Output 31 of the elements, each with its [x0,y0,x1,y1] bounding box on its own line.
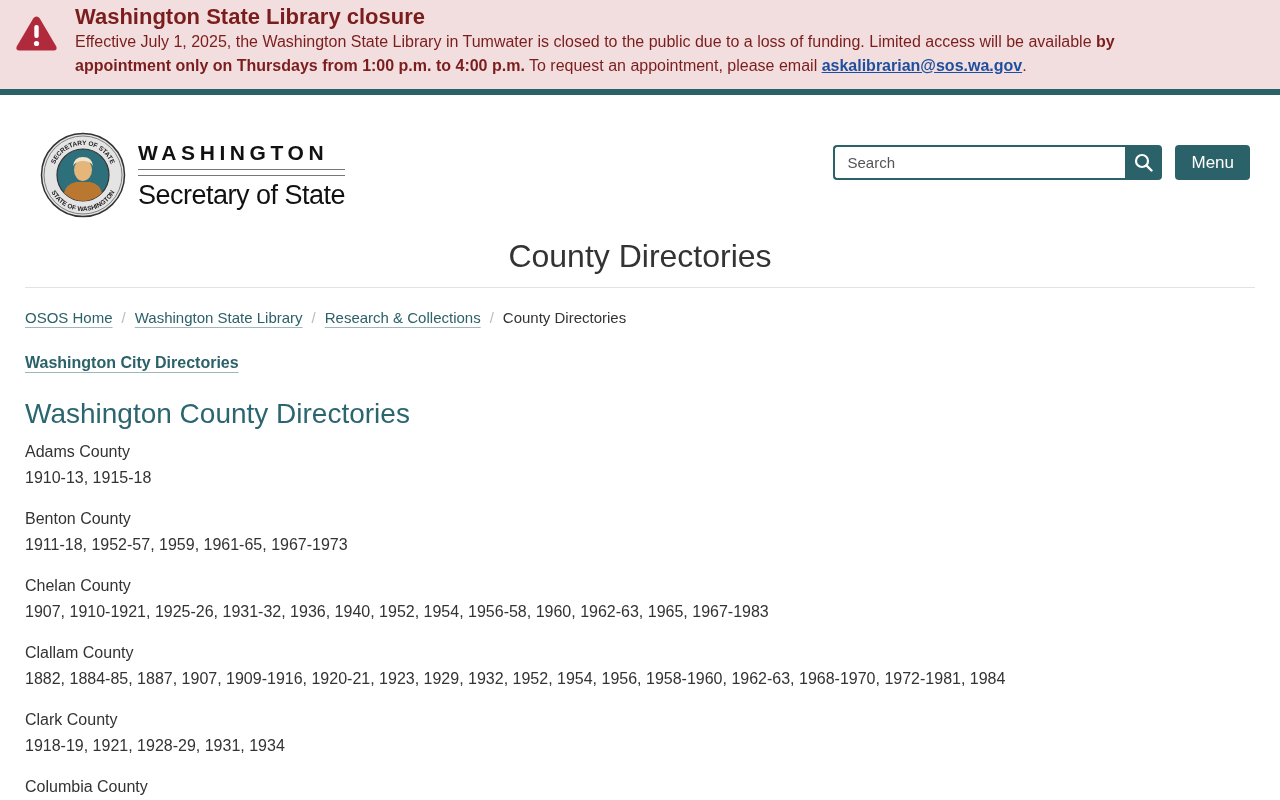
alert-title: Washington State Library closure [75,4,427,30]
county-years: 1910-13, 1915-18 [25,468,153,488]
section-heading: Washington County Directories [25,397,411,431]
county-name: Clark County [25,710,119,730]
search-button[interactable] [1125,145,1163,180]
wordmark-subtitle: Secretary of State [138,178,346,211]
county-years: 1882, 1884-85, 1887, 1907, 1909-1916, 1920-21, 1923, 1929, 1932, 1952, 1954, 1956, 1958-1960, 1962-63, 1968-1970, 1972-1981, 1984 [25,669,1007,689]
breadcrumb-current: County Directories [502,308,627,328]
county-years: 1918-19, 1921, 1928-29, 1931, 1934 [25,736,286,756]
breadcrumb-link[interactable]: OSOS Home [25,306,113,330]
county-years: 1907, 1910-1921, 1925-26, 1931-32, 1936, 1940, 1952, 1954, 1956-58, 1960, 1962-63, 1965, 1967-1983 [25,602,770,622]
warning-icon [15,15,58,52]
county-name: Chelan County [25,576,132,596]
county-name: Clallam County [25,643,135,663]
county-name: Adams County [25,442,131,462]
breadcrumb-separator: / [311,308,316,328]
breadcrumb-separator: / [489,308,494,328]
wordmark-title: WASHINGTON [138,139,330,166]
county-name: Columbia County [25,777,149,797]
search-field[interactable]: Search [833,145,1126,180]
alert-message: Effective July 1, 2025, the Washington State Library in Tumwater is closed to the public due to a loss of funding. Limited access will be available by appointment only on Thursdays from 1:00 p.m. to 4:00 p.m. To request an appointment, please email askalibrarian@sos.wa.gov. [75,32,1116,76]
page-title: County Directories [25,236,1255,288]
city-directories-link[interactable]: Washington City Directories [25,351,239,375]
breadcrumb-link[interactable]: Washington State Library [134,306,303,330]
county-name: Benton County [25,509,132,529]
menu-button[interactable]: Menu [1175,145,1250,180]
email-link[interactable]: askalibrarian@sos.wa.gov [821,57,1023,74]
breadcrumb-link[interactable]: Research & Collections [324,306,481,330]
county-years: 1911-18, 1952-57, 1959, 1961-65, 1967-1973 [25,535,349,555]
search-icon [1134,153,1154,172]
breadcrumb-separator: / [121,308,126,328]
